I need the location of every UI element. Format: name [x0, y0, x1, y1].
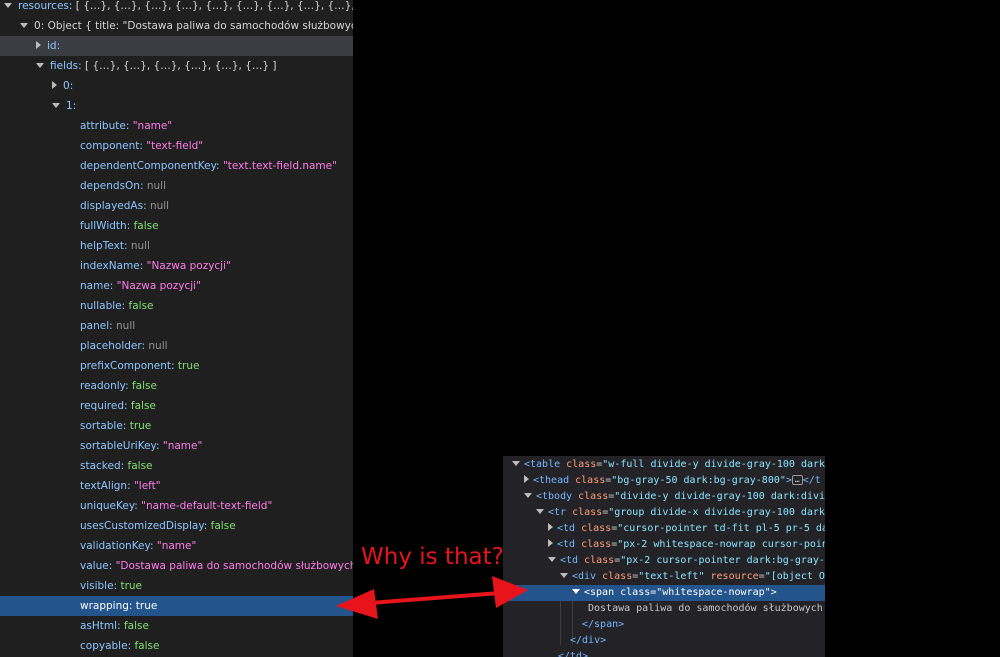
- double-arrow-icon: [336, 576, 528, 619]
